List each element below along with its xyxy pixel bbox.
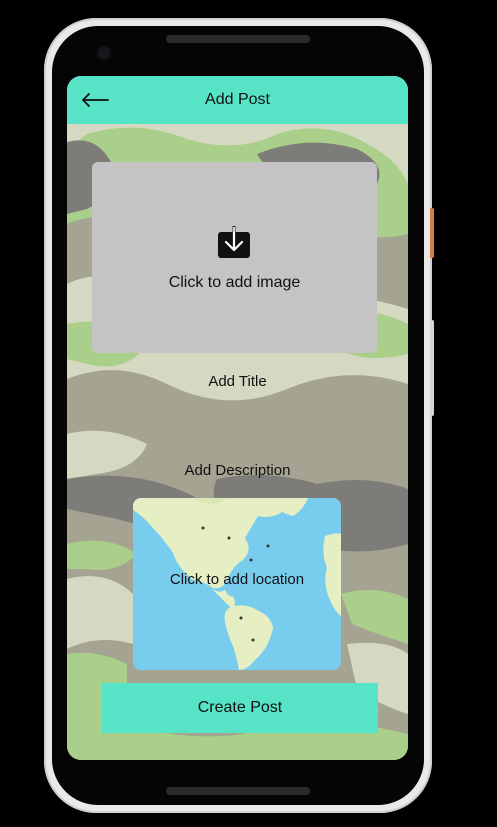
screen: Add Post Click to add image Add Title Ad… bbox=[67, 76, 408, 760]
arrow-left-icon bbox=[82, 93, 109, 107]
add-image-button[interactable]: Click to add image bbox=[92, 162, 377, 353]
download-icon bbox=[218, 226, 250, 258]
add-location-label: Click to add location bbox=[169, 571, 305, 588]
volume-button bbox=[430, 320, 434, 416]
front-camera bbox=[98, 47, 110, 59]
add-image-label: Click to add image bbox=[168, 274, 301, 291]
power-button bbox=[430, 208, 434, 258]
add-location-button[interactable]: Click to add location bbox=[133, 498, 341, 670]
create-post-button[interactable]: Create Post bbox=[102, 683, 378, 733]
page-title: Add Post bbox=[205, 91, 270, 108]
bottom-speaker bbox=[166, 787, 310, 795]
earpiece-speaker bbox=[166, 35, 310, 43]
app-bar: Add Post bbox=[67, 76, 408, 124]
back-button[interactable] bbox=[79, 88, 111, 112]
title-field[interactable]: Add Title bbox=[67, 373, 408, 390]
description-field[interactable]: Add Description bbox=[67, 462, 408, 479]
